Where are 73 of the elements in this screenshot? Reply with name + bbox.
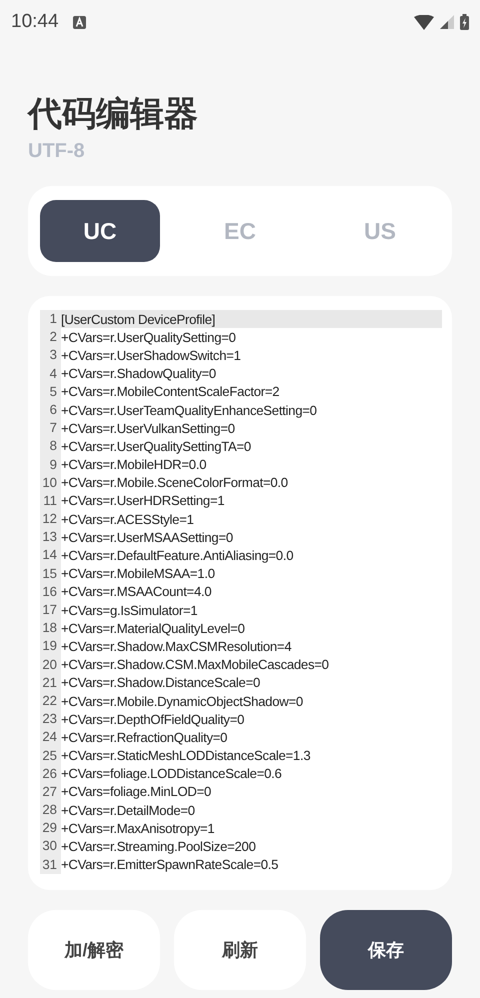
line-number: 28 [40, 801, 61, 820]
encoding-label: UTF-8 [28, 139, 86, 164]
code-line: +CVars=r.UserQualitySetting=0 [61, 330, 236, 345]
line-number: 30 [40, 837, 61, 856]
code-line: +CVars=r.Mobile.SceneColorFormat=0.0 [61, 475, 288, 490]
line-number: 9 [40, 456, 61, 474]
line-number: 21 [40, 674, 61, 692]
code-line: +CVars=r.ShadowQuality=0 [61, 366, 216, 382]
code-line: +CVars=foliage.MinLOD=0 [61, 784, 212, 800]
code-line: +CVars=r.UserQualitySettingTA=0 [61, 438, 251, 454]
line-number: 5 [40, 382, 61, 401]
line-number: 22 [40, 692, 61, 710]
line-number: 2 [40, 328, 61, 346]
line-number: 1 [40, 310, 61, 328]
code-line: [UserCustom DeviceProfile] [61, 312, 216, 327]
code-line: +CVars=r.RefractionQuality=0 [61, 730, 228, 745]
signal-icon [440, 15, 454, 29]
action-button[interactable]: 刷新 [174, 910, 306, 990]
code-line: +CVars=r.MobileContentScaleFactor=2 [61, 384, 280, 400]
code-line: +CVars=r.DepthOfFieldQuality=0 [61, 712, 244, 727]
action-button[interactable]: 保存 [320, 910, 452, 990]
code-line: +CVars=r.StaticMeshLODDistanceScale=1.3 [61, 748, 310, 764]
code-line: +CVars=r.MobileHDR=0.0 [61, 457, 206, 472]
line-number: 23 [40, 710, 61, 728]
line-number: 20 [40, 656, 61, 674]
line-number: 10 [40, 474, 61, 492]
line-number: 14 [40, 546, 61, 565]
code-line: +CVars=r.MSAACount=4.0 [61, 584, 212, 600]
code-line: +CVars=r.Shadow.CSM.MaxMobileCascades=0 [61, 657, 329, 672]
code-line: +CVars=r.MaxAnisotropy=1 [61, 820, 214, 836]
line-number: 13 [40, 528, 61, 546]
line-number: 24 [40, 728, 61, 746]
code-line: +CVars=r.DetailMode=0 [61, 802, 195, 818]
notification-app-icon [72, 16, 86, 28]
line-number: 27 [40, 782, 61, 802]
status-time: 10:44 [11, 11, 59, 33]
code-line: +CVars=r.UserTeamQualityEnhanceSetting=0 [61, 402, 317, 418]
line-number: 31 [40, 856, 61, 874]
line-number: 25 [40, 746, 61, 765]
line-number: 19 [40, 637, 61, 656]
code-line: +CVars=r.UserHDRSetting=1 [61, 493, 224, 508]
wifi-icon [414, 14, 434, 30]
line-number: 8 [40, 437, 61, 456]
line-number: 16 [40, 582, 61, 601]
code-line: +CVars=g.IsSimulator=1 [61, 602, 198, 618]
tab[interactable]: UC [40, 200, 160, 262]
line-number: 15 [40, 564, 61, 583]
page-title: 代码编辑器 [28, 94, 199, 134]
code-line: +CVars=r.Shadow.MaxCSMResolution=4 [61, 638, 292, 654]
line-number: 29 [40, 819, 61, 838]
code-line: +CVars=r.Mobile.DynamicObjectShadow=0 [61, 694, 303, 709]
code-line: +CVars=r.Shadow.DistanceScale=0 [61, 675, 260, 690]
line-number: 3 [40, 346, 61, 365]
code-line: +CVars=r.UserVulkanSetting=0 [61, 420, 235, 436]
code-line: +CVars=r.EmitterSpawnRateScale=0.5 [61, 857, 278, 872]
code-line: +CVars=foliage.LODDistanceScale=0.6 [61, 766, 282, 782]
line-number: 7 [40, 419, 61, 438]
code-line: +CVars=r.Streaming.PoolSize=200 [61, 839, 256, 854]
code-line: +CVars=r.MaterialQualityLevel=0 [61, 620, 245, 636]
line-number: 18 [40, 619, 61, 638]
line-number: 6 [40, 400, 61, 420]
line-number: 11 [40, 492, 61, 510]
code-line: +CVars=r.UserMSAASetting=0 [61, 530, 233, 545]
code-line: +CVars=r.DefaultFeature.AntiAliasing=0.0 [61, 548, 294, 564]
code-line: +CVars=r.UserShadowSwitch=1 [61, 348, 241, 363]
line-number: 26 [40, 764, 61, 783]
code-line: +CVars=r.MobileMSAA=1.0 [61, 566, 215, 582]
code-line: +CVars=r.ACESStyle=1 [61, 512, 194, 527]
line-number: 17 [40, 601, 61, 620]
battery-icon [460, 14, 469, 30]
line-number: 4 [40, 364, 61, 383]
line-number: 12 [40, 510, 61, 528]
action-button[interactable]: 加/解密 [28, 910, 160, 990]
